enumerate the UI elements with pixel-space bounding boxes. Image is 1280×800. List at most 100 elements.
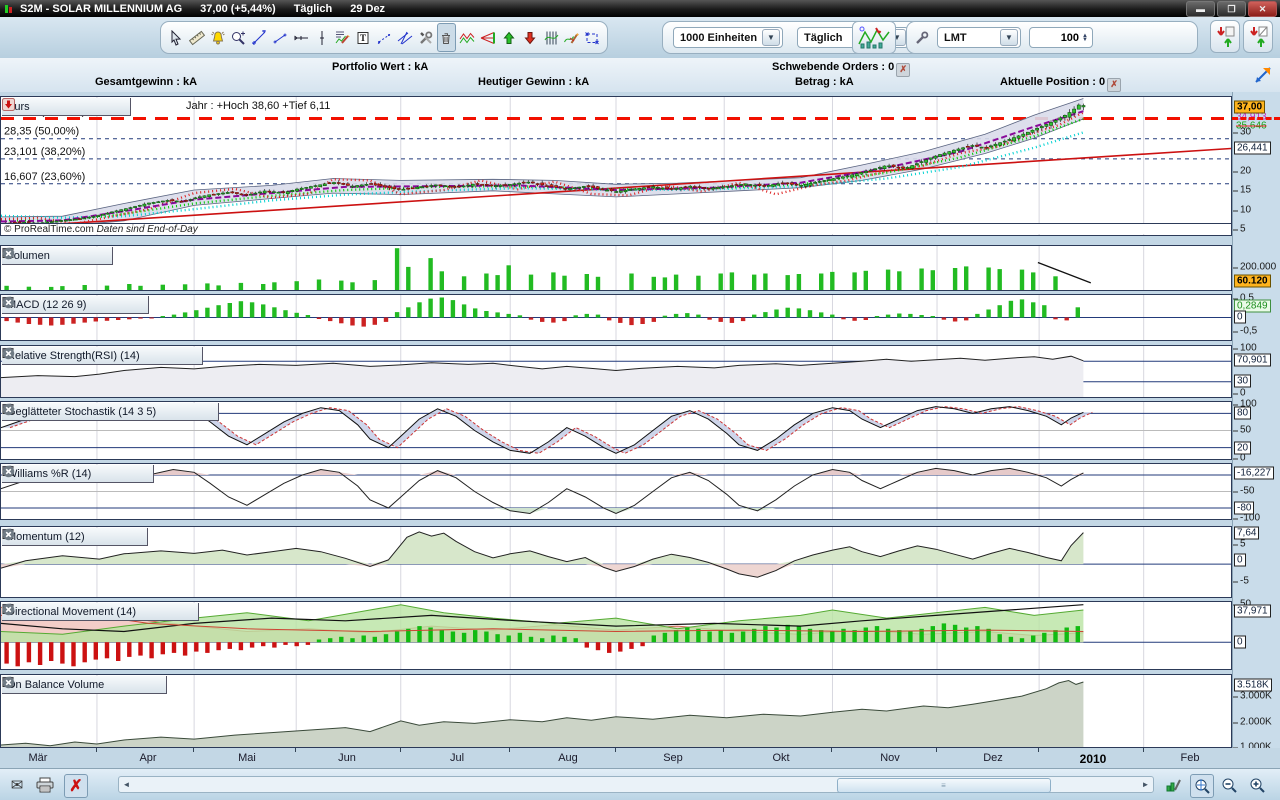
tool-parallel-lines[interactable]: [395, 23, 415, 52]
window-icon[interactable]: [115, 467, 129, 480]
detach-window-icon[interactable]: [1254, 66, 1272, 84]
tool-freehand[interactable]: [561, 23, 581, 52]
downbtn-icon[interactable]: [111, 100, 125, 113]
zoom-fit-button[interactable]: [1190, 774, 1214, 798]
minimize-button[interactable]: ▬: [1186, 1, 1215, 17]
restore-button[interactable]: ❐: [1217, 1, 1246, 17]
ruler-icon: [189, 30, 205, 46]
tool-segment[interactable]: [270, 23, 290, 52]
title-price: 37,00 (+5,44%): [200, 3, 276, 15]
main-toolbar: T 1000 Einheiten▼ Täglich▼ LMT▼ 100▲▼: [0, 17, 1280, 58]
wrench-icon[interactable]: [145, 349, 159, 362]
window-icon[interactable]: [164, 349, 178, 362]
tool-zigzag[interactable]: [457, 23, 477, 52]
tool-forecast[interactable]: [333, 23, 353, 52]
month-label: Jul: [450, 752, 464, 764]
delete-drawings-button[interactable]: ✗: [64, 774, 88, 798]
chart-style-button[interactable]: [852, 21, 896, 54]
panel-header-kurs: Kurs: [2, 98, 131, 116]
tool-horizontal-line[interactable]: [291, 23, 311, 52]
horizontal-scrollbar[interactable]: ◄ ≡ ►: [118, 776, 1154, 793]
tool-multi-lines[interactable]: [541, 23, 561, 52]
close-position-button[interactable]: [1243, 20, 1273, 53]
pending-orders-label: Schwebende Orders : 0✗: [772, 61, 910, 77]
tool-cursor[interactable]: [166, 23, 186, 52]
wrench-icon[interactable]: [55, 249, 69, 262]
tool-alarm[interactable]: [208, 23, 228, 52]
time-axis[interactable]: MärAprMaiJunJulAugSepOktNovDez2010Feb: [0, 748, 1280, 768]
panel-header-macd: MACD (12 26 9): [2, 296, 149, 314]
tool-dotted-segment[interactable]: [374, 23, 394, 52]
close-icon[interactable]: [183, 349, 197, 362]
tool-trendline[interactable]: [249, 23, 269, 52]
order-arrows-icon: [1248, 25, 1268, 49]
tool-trash[interactable]: [437, 23, 457, 52]
wrench-icon[interactable]: [91, 298, 105, 311]
scale-value-stoch: 80: [1234, 407, 1251, 420]
order-type-select[interactable]: LMT▼: [937, 27, 1021, 48]
upbtn-icon[interactable]: [92, 100, 106, 113]
scale-value-dm: 37,971: [1234, 605, 1271, 618]
close-icon[interactable]: [73, 100, 87, 113]
window-icon[interactable]: [180, 405, 194, 418]
wrench-icon[interactable]: [109, 678, 123, 691]
wrench-icon[interactable]: [141, 605, 155, 618]
tool-text[interactable]: T: [353, 23, 373, 52]
close-icon[interactable]: [128, 530, 142, 543]
scale-value-rsi: 30: [1234, 375, 1251, 388]
close-icon[interactable]: [199, 405, 213, 418]
tool-ruler[interactable]: [187, 23, 207, 52]
tool-arrow-down[interactable]: [520, 23, 540, 52]
zoom-in-icon[interactable]: [1246, 774, 1268, 796]
sell-buy-order-button[interactable]: [1210, 20, 1240, 53]
quantity-stepper[interactable]: 100▲▼: [1029, 27, 1093, 48]
scrollbar-thumb[interactable]: ≡: [837, 778, 1051, 793]
close-icon[interactable]: [129, 298, 143, 311]
order-strip: LMT▼ 100▲▼: [906, 21, 1198, 54]
window-icon[interactable]: [54, 100, 68, 113]
tool-rectangle[interactable]: [582, 23, 602, 52]
panel-header-obv: On Balance Volume: [2, 676, 167, 694]
window-icon[interactable]: [160, 605, 174, 618]
close-button[interactable]: ✕: [1248, 1, 1277, 17]
tool-arrow-up[interactable]: [499, 23, 519, 52]
wrench-icon[interactable]: [915, 31, 929, 44]
fan-icon: [480, 30, 496, 46]
units-select[interactable]: 1000 Einheiten▼: [673, 27, 783, 48]
mail-icon[interactable]: ✉: [6, 774, 28, 796]
scroll-left-icon[interactable]: ◄: [120, 778, 133, 791]
window-title: S2M - SOLAR MILLENNIUM AG: [20, 3, 182, 15]
close-icon[interactable]: [147, 678, 161, 691]
close-icon[interactable]: [179, 605, 193, 618]
month-label: Mai: [238, 752, 256, 764]
window-icon[interactable]: [128, 678, 142, 691]
panel-title: MACD (12 26 9): [7, 299, 86, 311]
tool-zoom-tool[interactable]: [228, 23, 248, 52]
spinner-arrows-icon[interactable]: ▲▼: [1082, 34, 1088, 42]
wrench-icon[interactable]: [96, 467, 110, 480]
chart-settings-icon[interactable]: [1162, 774, 1184, 796]
panel-title: On Balance Volume: [7, 679, 104, 691]
horizontal-line-icon: [293, 30, 309, 46]
scroll-right-icon[interactable]: ►: [1139, 778, 1152, 791]
close-icon[interactable]: [93, 249, 107, 262]
portfolio-value-label: Portfolio Wert : kA: [332, 61, 428, 73]
wrench-icon[interactable]: [90, 530, 104, 543]
zoom-out-icon[interactable]: [1218, 774, 1240, 796]
wrench-icon[interactable]: [161, 405, 175, 418]
axis-tick: [96, 748, 97, 752]
window-icon[interactable]: [110, 298, 124, 311]
window-icon[interactable]: [74, 249, 88, 262]
month-label: Sep: [663, 752, 683, 764]
text-icon: T: [355, 30, 371, 46]
tool-settings-tools[interactable]: [416, 23, 436, 52]
window-icon[interactable]: [109, 530, 123, 543]
tool-vertical-line[interactable]: [312, 23, 332, 52]
wrench-icon[interactable]: [35, 100, 49, 113]
chevron-down-icon: ▼: [762, 29, 780, 46]
price-scale-column[interactable]: 37,0034,91335,6463026,4412015105200.0006…: [1232, 92, 1280, 768]
tool-fan[interactable]: [478, 23, 498, 52]
printer-icon[interactable]: [34, 774, 56, 796]
close-icon[interactable]: [134, 467, 148, 480]
multi-lines-icon: [543, 30, 559, 46]
